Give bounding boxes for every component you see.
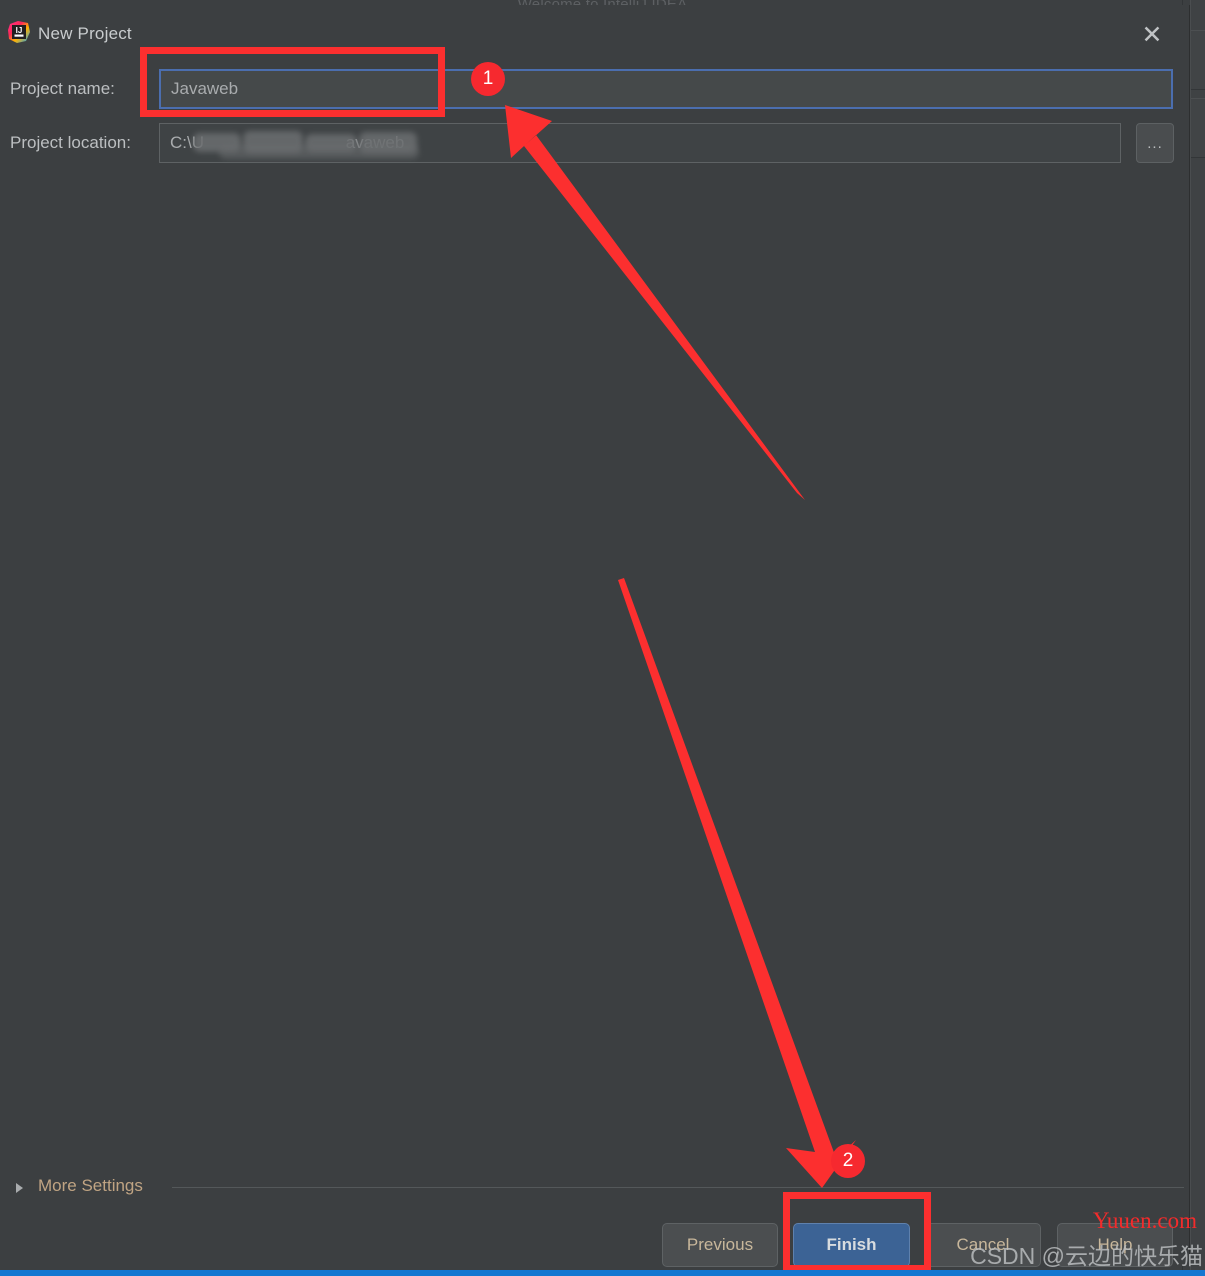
project-name-input[interactable] xyxy=(159,69,1173,109)
browse-folder-button[interactable]: ... xyxy=(1136,123,1174,163)
dialog-button-bar: Previous Finish Cancel Help xyxy=(0,1223,1190,1269)
intellij-idea-icon: IJ xyxy=(8,21,30,43)
close-icon[interactable]: ✕ xyxy=(1129,17,1175,53)
svg-text:IJ: IJ xyxy=(16,26,23,35)
more-settings-label[interactable]: More Settings xyxy=(38,1176,143,1196)
background-right-column xyxy=(1190,0,1205,1276)
taskbar-strip xyxy=(0,1270,1205,1276)
chevron-right-icon[interactable] xyxy=(16,1183,23,1193)
project-name-row: Project name: xyxy=(0,69,1190,111)
more-settings-section[interactable]: More Settings xyxy=(0,1175,1190,1205)
background-segment xyxy=(1191,98,1205,158)
cancel-button[interactable]: Cancel xyxy=(925,1223,1041,1267)
background-segment xyxy=(1191,30,1205,90)
project-location-row: Project location: ... xyxy=(0,123,1190,165)
dialog-titlebar: IJ New Project ✕ xyxy=(0,5,1189,53)
previous-button[interactable]: Previous xyxy=(662,1223,778,1267)
dialog-title: New Project xyxy=(38,24,132,43)
project-location-label: Project location: xyxy=(10,133,131,152)
project-name-label: Project name: xyxy=(10,79,115,98)
project-location-input[interactable] xyxy=(159,123,1121,163)
help-button[interactable]: Help xyxy=(1057,1223,1173,1267)
new-project-dialog: IJ New Project ✕ Project name: Project l… xyxy=(0,5,1190,1267)
more-settings-divider xyxy=(172,1187,1184,1188)
finish-button[interactable]: Finish xyxy=(793,1223,910,1267)
